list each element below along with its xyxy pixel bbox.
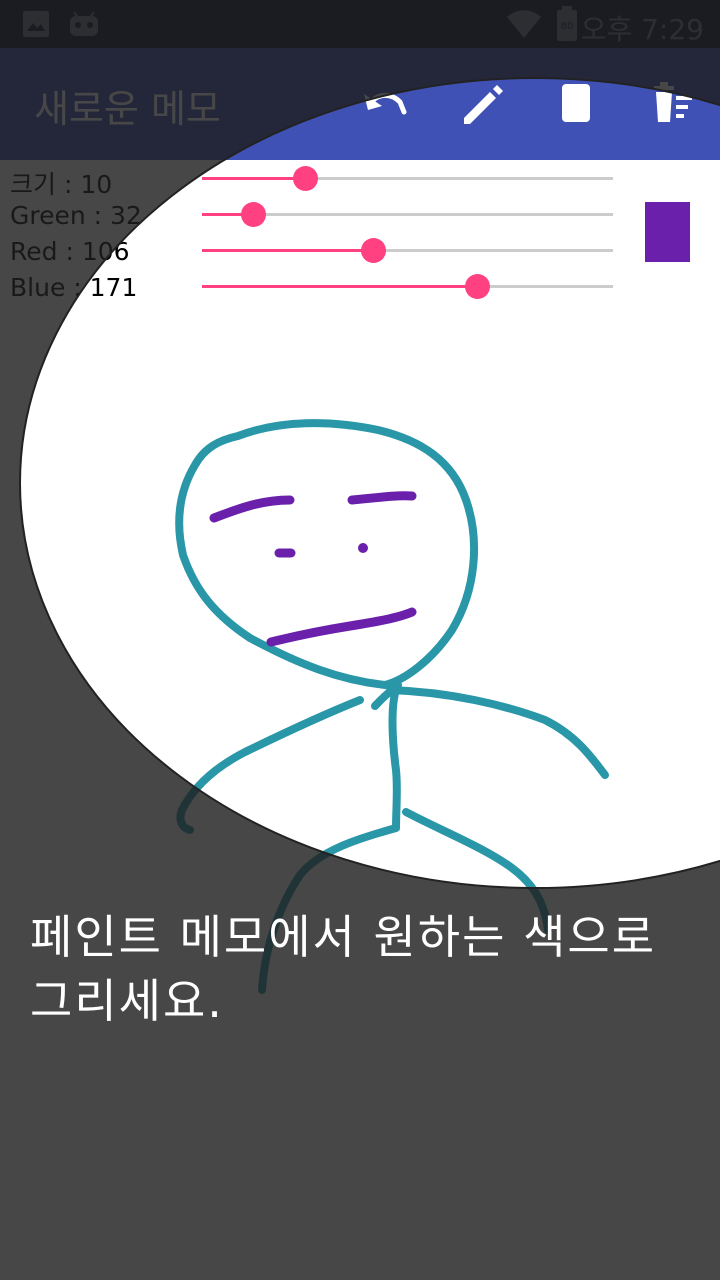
- drawing-canvas[interactable]: [0, 160, 720, 1280]
- red-label: Red : 106: [10, 237, 130, 266]
- green-label: Green : 32: [10, 201, 142, 230]
- brush-controls: 크기 : 10 Green : 32 Red : 106 Blue : 171: [0, 160, 720, 310]
- red-slider[interactable]: [202, 232, 613, 268]
- showcase-message: 페인트 메모에서 원하는 색으로 그리세요.: [30, 910, 657, 1028]
- undo-icon[interactable]: [358, 78, 410, 130]
- stroke-left-eyebrow: [209, 495, 295, 523]
- svg-text:80: 80: [561, 21, 574, 32]
- color-preview-swatch: [645, 202, 690, 262]
- blue-slider-thumb[interactable]: [465, 274, 491, 299]
- status-bar: 80 오후 7:29: [0, 0, 720, 48]
- green-slider[interactable]: [202, 196, 613, 232]
- status-time: 오후 7:29: [580, 13, 704, 46]
- stroke-head: [175, 419, 478, 689]
- battery-icon: 80: [557, 6, 577, 41]
- blue-label: Blue : 171: [10, 273, 138, 302]
- size-slider-thumb[interactable]: [292, 166, 318, 191]
- toolbar-title: 새로운 메모: [34, 87, 221, 131]
- stroke-mouth: [266, 607, 417, 647]
- blue-slider[interactable]: [202, 268, 613, 304]
- android-debug-icon: [70, 11, 98, 36]
- pen-icon[interactable]: [456, 78, 508, 130]
- app-toolbar: 새로운 메모: [0, 48, 720, 160]
- stroke-left-arm: [176, 696, 364, 834]
- red-slider-thumb[interactable]: [360, 238, 386, 263]
- stroke-right-eye: [358, 543, 368, 553]
- stroke-right-eyebrow: [347, 491, 417, 505]
- stroke-right-arm: [386, 686, 609, 779]
- clear-icon[interactable]: [646, 78, 698, 130]
- green-slider-thumb[interactable]: [241, 202, 267, 227]
- image-notification-icon: [23, 11, 49, 37]
- eraser-icon[interactable]: [550, 78, 602, 130]
- wifi-icon: [507, 10, 541, 38]
- size-slider[interactable]: [202, 160, 613, 196]
- size-label: 크기 : 10: [10, 170, 113, 199]
